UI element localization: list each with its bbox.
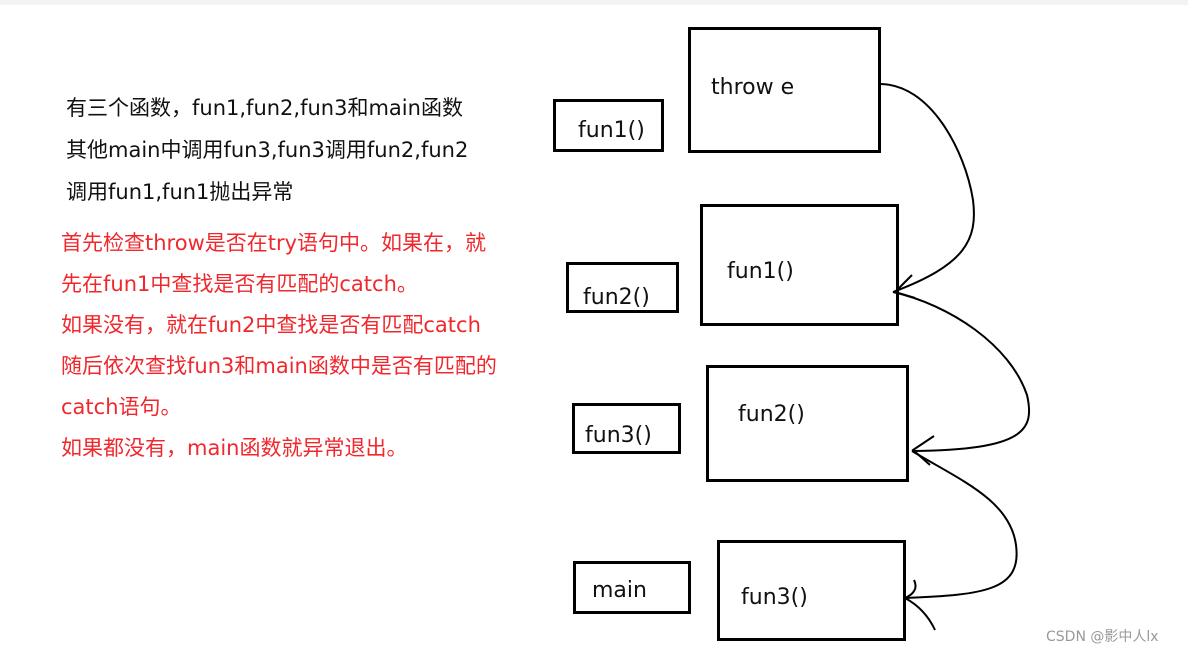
arrow-fun2-to-fun3 (904, 450, 1018, 599)
arrowhead (902, 579, 936, 631)
watermark: CSDN @影中人lx (1046, 629, 1159, 645)
arrows (879, 83, 1031, 631)
arrow-fun1-to-fun2 (892, 291, 1031, 452)
arrow-throw-to-fun1 (879, 83, 975, 293)
